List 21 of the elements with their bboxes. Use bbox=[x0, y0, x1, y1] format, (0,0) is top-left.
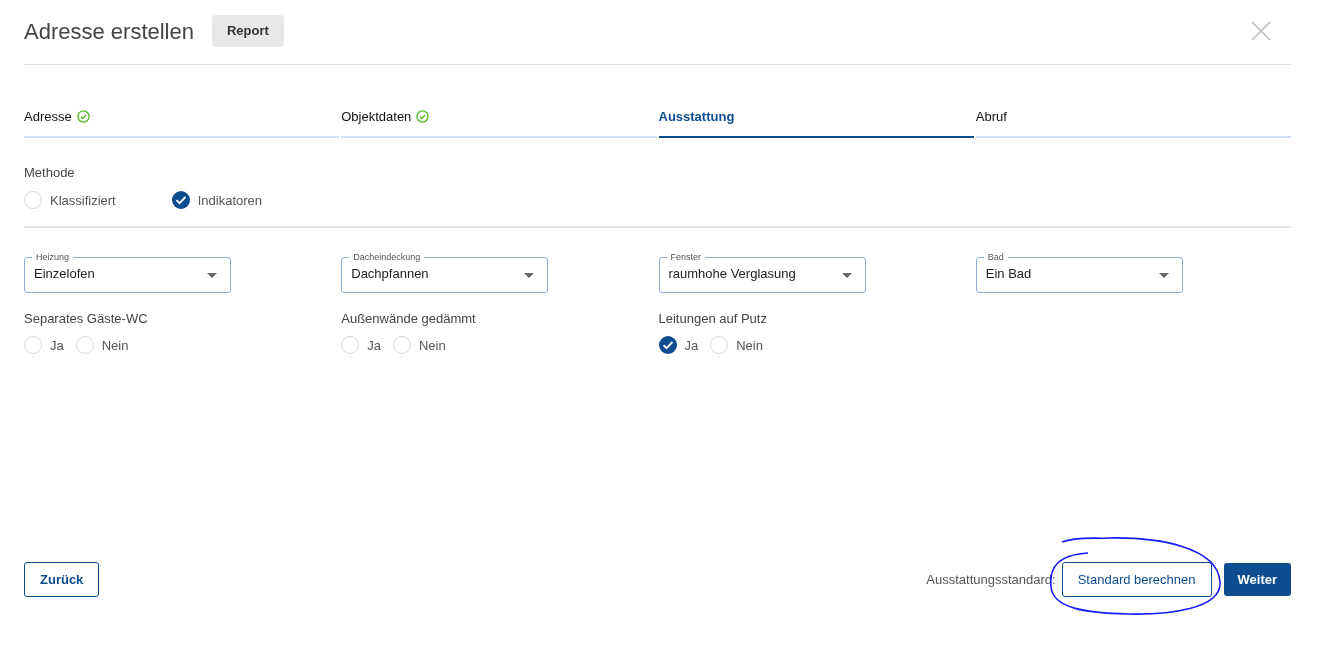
radio-label: Ja bbox=[684, 336, 699, 355]
calculate-standard-button[interactable]: Standard berechnen bbox=[1061, 562, 1212, 597]
step-tab[interactable]: Objektdaten bbox=[341, 101, 657, 138]
radio-label: Klassifiziert bbox=[50, 191, 116, 210]
radio-label: Nein bbox=[101, 336, 129, 355]
radio-label: Ja bbox=[50, 336, 64, 355]
report-button[interactable]: Report bbox=[212, 15, 284, 47]
step-tab[interactable]: Abruf bbox=[975, 101, 1291, 138]
dialog-title: Adresse erstellen bbox=[24, 17, 194, 46]
field-label: Außenwände gedämmt bbox=[341, 310, 477, 328]
radio-label: Nein bbox=[419, 336, 446, 355]
next-button[interactable]: Weiter bbox=[1223, 563, 1291, 596]
field-label: Methode bbox=[24, 164, 76, 182]
field-label: Separates Gäste-WC bbox=[24, 310, 149, 328]
field-label: Leitungen auf Putz bbox=[658, 310, 768, 328]
step-tab[interactable]: Ausstattung bbox=[658, 101, 974, 138]
radio-label: Ja bbox=[367, 336, 381, 355]
radio-label: Indikatoren bbox=[197, 191, 263, 210]
radio-label: Nein bbox=[736, 336, 763, 355]
step-tab[interactable]: Adresse bbox=[24, 101, 340, 138]
back-button[interactable]: Zurück bbox=[24, 562, 100, 597]
